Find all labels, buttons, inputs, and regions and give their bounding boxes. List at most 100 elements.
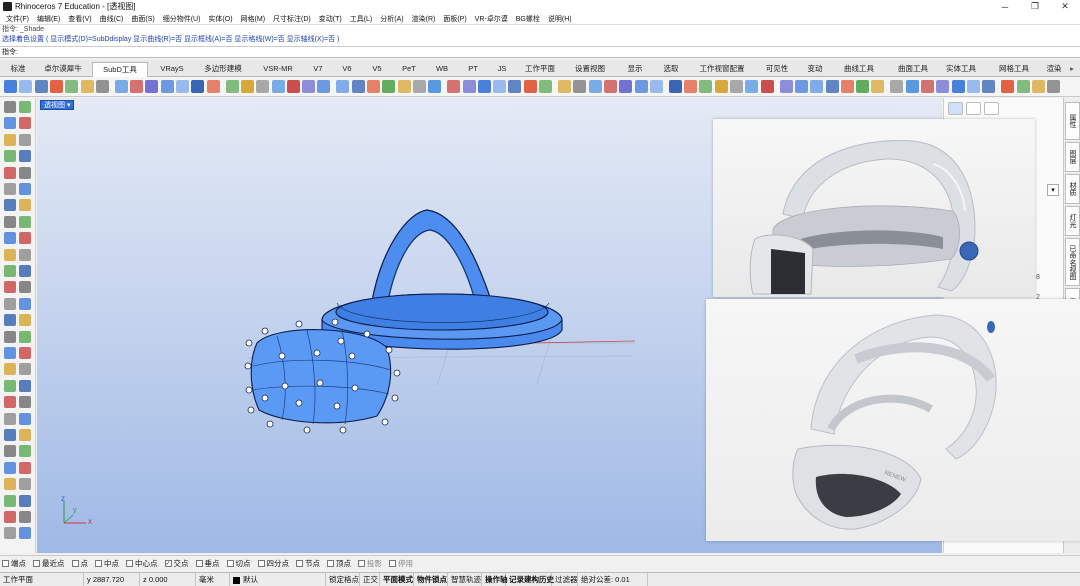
osnap-option[interactable]: 最近点 — [33, 558, 65, 569]
left-tool-array-icon[interactable] — [4, 445, 16, 458]
osnap-option[interactable]: 端点 — [2, 558, 26, 569]
close-button[interactable]: ✕ — [1050, 0, 1080, 13]
subd-tool-loft-icon[interactable] — [921, 80, 934, 93]
left-tool-transform-icon[interactable] — [19, 183, 31, 195]
subd-tool-extrude-icon[interactable] — [271, 80, 285, 93]
status-cplane[interactable]: 工作平面 — [0, 573, 84, 586]
tab-curve-tools[interactable]: 曲线工具 — [834, 62, 884, 77]
osnap-checkbox[interactable] — [126, 559, 133, 567]
left-tool-select-icon[interactable] — [4, 101, 16, 113]
status-toggle[interactable]: 过滤器 — [552, 573, 578, 586]
menu-subd[interactable]: 细分物件(U) — [159, 14, 205, 24]
left-tool-solid-icon[interactable] — [4, 297, 16, 310]
osnap-checkbox[interactable] — [389, 559, 396, 567]
left-tool-circle-icon[interactable] — [19, 494, 31, 507]
left-tool-select-icon[interactable] — [19, 461, 31, 474]
left-tool-mesh-icon[interactable] — [4, 183, 16, 195]
osnap-option[interactable]: 垂点 — [195, 558, 220, 569]
left-tool-select-icon[interactable] — [4, 347, 16, 359]
subd-tool-box-icon[interactable] — [477, 80, 491, 93]
subd-tool-pipe-icon[interactable] — [890, 80, 904, 93]
subd-tool-torus-icon[interactable] — [49, 80, 63, 93]
osnap-checkbox[interactable] — [2, 559, 9, 567]
subd-tool-torus-icon[interactable] — [1001, 80, 1015, 93]
osnap-checkbox[interactable] — [257, 559, 265, 567]
subd-tool-cone-icon[interactable] — [240, 80, 254, 93]
subd-tool-sphere-icon[interactable] — [810, 80, 824, 93]
subd-tool-cylinder-icon[interactable] — [191, 80, 205, 93]
subd-tool-pipe-icon[interactable] — [95, 80, 109, 93]
subd-tool-cylinder-icon[interactable] — [351, 80, 365, 93]
tab-v7[interactable]: V7 — [306, 62, 330, 77]
left-tool-circle-icon[interactable] — [19, 248, 31, 261]
left-tool-boolean-icon[interactable] — [19, 445, 31, 458]
subd-tool-torus-icon[interactable] — [367, 80, 380, 93]
subd-tool-cylinder-icon[interactable] — [668, 80, 682, 93]
left-tool-curve-icon[interactable] — [19, 363, 31, 376]
left-tool-rectangle-icon[interactable] — [19, 265, 31, 277]
left-tool-solid-icon[interactable] — [19, 166, 31, 179]
left-tool-fillet-icon[interactable] — [4, 527, 16, 540]
minimize-button[interactable]: ─ — [990, 0, 1020, 13]
status-toggle[interactable]: 平面模式 — [380, 573, 414, 586]
subd-tool-plane-icon[interactable] — [1016, 80, 1030, 93]
osnap-option[interactable]: 顶点 — [327, 558, 351, 569]
subd-tool-box-icon[interactable] — [317, 80, 331, 93]
tab-js[interactable]: JS — [490, 62, 514, 77]
left-tool-boolean-icon[interactable] — [19, 199, 31, 212]
tab-visibility[interactable]: 可见性 — [758, 62, 796, 77]
tab-cplane[interactable]: 工作平面 — [518, 62, 562, 77]
subd-tool-sweep-icon[interactable] — [936, 80, 950, 93]
status-toggle[interactable]: 操作轴 — [482, 573, 508, 586]
subd-tool-extrude-icon[interactable] — [428, 80, 442, 93]
left-tool-array-icon[interactable] — [19, 314, 31, 327]
left-tool-circle-icon[interactable] — [4, 133, 16, 146]
subd-tool-sweep-icon[interactable] — [462, 80, 476, 93]
subd-tool-plane-icon[interactable] — [539, 80, 552, 93]
left-tool-polyline-icon[interactable] — [19, 478, 31, 491]
left-tool-polyline-icon[interactable] — [19, 232, 31, 245]
side-tab-materials[interactable]: 材质 — [1065, 174, 1080, 204]
left-tool-solid-icon[interactable] — [19, 412, 31, 425]
subd-tool-box-icon[interactable] — [160, 80, 174, 93]
left-tool-analyze-icon[interactable] — [4, 461, 16, 474]
subd-tool-cone-icon[interactable] — [871, 80, 885, 93]
menu-bolt[interactable]: BG螺栓 — [512, 14, 544, 24]
maximize-button[interactable]: ❐ — [1020, 0, 1050, 13]
left-tool-rectangle-icon[interactable] — [4, 396, 16, 409]
menu-mesh[interactable]: 网格(M) — [237, 14, 270, 24]
subd-tool-plane-icon[interactable] — [65, 80, 79, 93]
tab-set-view[interactable]: 设置视图 — [566, 62, 614, 77]
subd-tool-cone-icon[interactable] — [80, 80, 94, 93]
subd-tool-cylinder-icon[interactable] — [34, 80, 48, 93]
menu-solid[interactable]: 实体(O) — [204, 14, 236, 24]
subd-tool-sphere-icon[interactable] — [966, 80, 980, 93]
subd-tool-torus-icon[interactable] — [840, 80, 854, 93]
osnap-checkbox[interactable] — [195, 559, 203, 567]
tab-zhuoermo[interactable]: 卓尔谟犀牛 — [38, 62, 88, 77]
status-toggle[interactable]: 智慧轨迹 — [448, 573, 482, 586]
side-tab-named-views[interactable]: 已命名视图 — [1065, 238, 1080, 286]
menu-transform[interactable]: 变动(T) — [315, 14, 346, 24]
viewport-title-tab[interactable]: 透视图 ▾ — [40, 100, 75, 110]
osnap-option[interactable]: 投影 — [358, 558, 382, 569]
subd-tool-plane-icon[interactable] — [225, 80, 239, 93]
subd-tool-loft-icon[interactable] — [447, 80, 461, 93]
osnap-checkbox[interactable] — [33, 559, 40, 567]
left-tool-analyze-icon[interactable] — [19, 330, 31, 343]
tab-pet[interactable]: PeT — [394, 62, 424, 77]
subd-tool-pipe-icon[interactable] — [573, 80, 587, 93]
left-tool-transform-icon[interactable] — [4, 314, 16, 327]
tab-surface-tools[interactable]: 曲面工具 — [888, 62, 938, 77]
left-tool-surface-icon[interactable] — [19, 527, 31, 540]
menu-vr[interactable]: VR-卓尔谟 — [471, 14, 512, 24]
left-tool-transform-icon[interactable] — [19, 429, 31, 441]
subd-tool-cone-icon[interactable] — [714, 80, 728, 93]
tab-standard[interactable]: 标准 — [4, 62, 32, 77]
left-tool-curve-icon[interactable] — [4, 248, 16, 261]
menu-render[interactable]: 渲染(R) — [408, 14, 440, 24]
command-options-line[interactable]: 选择着色设置 ( 显示模式(D)=SubDdisplay 显示曲线(R)=否 显… — [2, 35, 1080, 45]
side-tab-properties[interactable]: 属性 — [1065, 102, 1080, 140]
panel-dropdown-arrow-icon[interactable]: ▾ — [1047, 184, 1059, 196]
left-tool-select-icon[interactable] — [19, 215, 31, 228]
